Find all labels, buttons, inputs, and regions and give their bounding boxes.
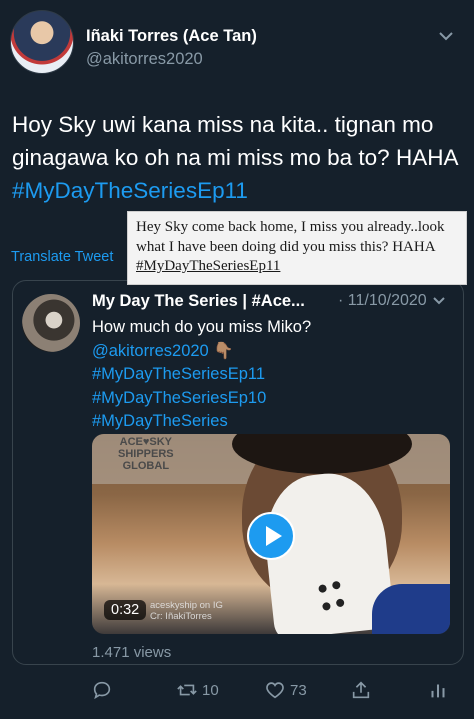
- quoted-line: How much do you miss Miko?: [92, 318, 312, 336]
- quoted-hashtag-link[interactable]: #MyDayTheSeries: [92, 410, 311, 434]
- retweet-button[interactable]: 10: [176, 678, 219, 702]
- doll-button: [331, 580, 341, 590]
- share-button[interactable]: [350, 678, 372, 702]
- tweet-body: Hoy Sky uwi kana miss na kita.. tignan m…: [12, 112, 458, 170]
- retweet-icon: [177, 684, 197, 696]
- like-count: 73: [290, 681, 307, 699]
- tweet-hashtag-link[interactable]: #MyDayTheSeriesEp11: [12, 178, 248, 203]
- author-display-name[interactable]: Iñaki Torres (Ace Tan): [86, 27, 257, 46]
- translation-text: Hey Sky come back home, I miss you alrea…: [136, 219, 445, 255]
- heart-icon: [266, 682, 284, 699]
- play-button[interactable]: [247, 512, 295, 560]
- quoted-date: · 11/10/2020: [338, 292, 427, 309]
- reply-button[interactable]: [91, 678, 113, 702]
- view-count: 1.471 views: [92, 644, 172, 661]
- video-duration: 0:32: [104, 600, 147, 620]
- author-avatar[interactable]: [10, 10, 74, 74]
- doll-button: [322, 601, 331, 611]
- tweet-text: Hoy Sky uwi kana miss na kita.. tignan m…: [12, 108, 464, 207]
- share-icon: [352, 681, 370, 699]
- reply-icon: [93, 681, 111, 700]
- like-button[interactable]: 73: [264, 678, 307, 702]
- video-logo: ACE♥SKY SHIPPERS GLOBAL: [118, 436, 174, 472]
- doll-button: [335, 598, 345, 608]
- translation-hashtag: #MyDayTheSeriesEp11: [136, 258, 281, 274]
- chevron-down-icon[interactable]: [437, 28, 455, 44]
- translation-overlay: Hey Sky come back home, I miss you alrea…: [127, 211, 467, 285]
- quoted-avatar: [22, 294, 80, 352]
- quoted-mention-link[interactable]: @akitorres2020 👇🏽: [92, 340, 311, 364]
- video-watermark: aceskyship on IG Cr: IñakiTorres: [150, 600, 223, 622]
- video-player[interactable]: ACE♥SKY SHIPPERS GLOBAL aceskyship on IG…: [92, 434, 450, 634]
- quoted-text: How much do you miss Miko? @akitorres202…: [92, 316, 311, 434]
- retweet-count: 10: [202, 681, 219, 699]
- translate-tweet-link[interactable]: Translate Tweet: [11, 249, 113, 265]
- quoted-hashtag-link[interactable]: #MyDayTheSeriesEp10: [92, 387, 311, 411]
- video-shirt: [372, 584, 450, 634]
- doll-button: [318, 584, 327, 594]
- quoted-chevron-down-icon[interactable]: [431, 294, 447, 308]
- analytics-icon: [431, 684, 445, 698]
- quoted-hashtag-link[interactable]: #MyDayTheSeriesEp11: [92, 363, 311, 387]
- quoted-author-name: My Day The Series | #Ace...: [92, 292, 305, 310]
- author-handle[interactable]: @akitorres2020: [86, 50, 203, 69]
- analytics-button[interactable]: [427, 678, 449, 702]
